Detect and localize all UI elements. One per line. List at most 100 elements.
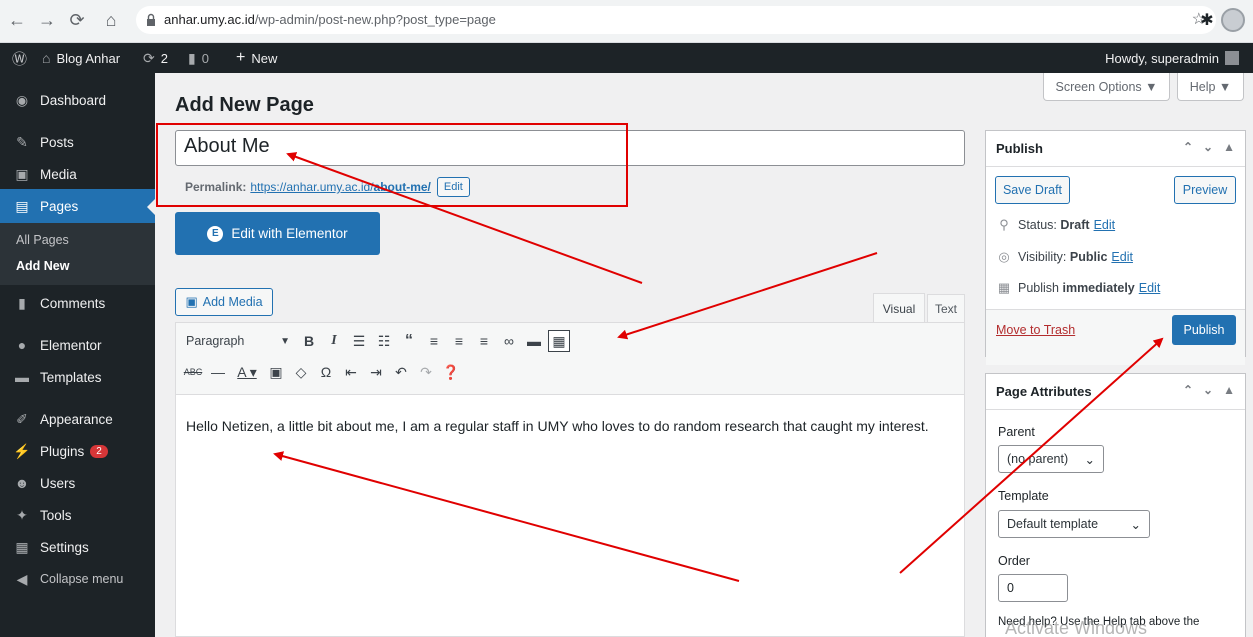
move-to-trash-link[interactable]: Move to Trash [996, 323, 1075, 337]
site-name-link[interactable]: ⌂ Blog Anhar [42, 43, 120, 73]
reload-icon[interactable]: ⟳ [66, 9, 88, 31]
help-icon[interactable]: ❓ [440, 361, 462, 383]
sidebar-item-appearance[interactable]: ✐ Appearance [0, 402, 155, 436]
bullet-list-icon[interactable]: ☰ [348, 330, 370, 352]
sidebar-item-label: Collapse menu [40, 572, 124, 586]
sidebar-item-label: Users [40, 475, 76, 491]
url-text: anhar.umy.ac.id/wp-admin/post-new.php?po… [164, 12, 496, 27]
elementor-button-label: Edit with Elementor [231, 226, 348, 241]
horizontal-line-icon[interactable]: — [207, 361, 229, 383]
add-media-button[interactable]: ▣ Add Media [175, 288, 273, 316]
toggle-panel-icon[interactable]: ▲ [1223, 383, 1235, 397]
parent-select[interactable]: (no parent) ⌄ [998, 445, 1104, 473]
italic-icon[interactable]: I [323, 330, 345, 352]
screen-options-button[interactable]: Screen Options ▼ [1043, 73, 1170, 101]
settings-icon: ▦ [15, 538, 29, 555]
sidebar-item-elementor[interactable]: ● Elementor [0, 328, 155, 362]
align-left-icon[interactable]: ≡ [423, 330, 445, 352]
page-attributes-title: Page Attributes [996, 384, 1092, 399]
blockquote-icon[interactable]: “ [398, 330, 420, 352]
address-bar[interactable]: anhar.umy.ac.id/wp-admin/post-new.php?po… [136, 6, 1216, 34]
sidebar-item-posts[interactable]: ✎ Posts [0, 125, 155, 159]
comment-icon: ▮ [188, 49, 196, 66]
special-character-icon[interactable]: Ω [315, 361, 337, 383]
updates-link[interactable]: ⟳ 2 [143, 43, 168, 73]
tab-visual[interactable]: Visual [873, 293, 925, 323]
activate-windows-watermark: Activate Windows [1005, 618, 1148, 637]
publish-button[interactable]: Publish [1172, 315, 1236, 345]
submenu-all-pages[interactable]: All Pages [16, 233, 69, 247]
media-icon: ▣ [15, 165, 29, 182]
bold-icon[interactable]: B [298, 330, 320, 352]
sidebar-item-media[interactable]: ▣ Media [0, 157, 155, 191]
comments-count: 0 [201, 50, 209, 66]
help-button[interactable]: Help ▼ [1177, 73, 1244, 101]
order-input[interactable]: 0 [998, 574, 1068, 602]
chevron-down-icon[interactable]: ⌄ [1203, 383, 1213, 397]
visibility-label: Visibility: [1018, 250, 1067, 264]
schedule-edit-link[interactable]: Edit [1139, 281, 1161, 295]
elementor-icon: ● [17, 337, 27, 353]
chevron-up-icon[interactable]: ⌃ [1183, 140, 1193, 154]
sidebar-item-dashboard[interactable]: ◉ Dashboard [0, 83, 155, 117]
sidebar-collapse-menu[interactable]: ◀ Collapse menu [0, 562, 155, 596]
clear-formatting-icon[interactable]: ◇ [290, 361, 312, 383]
chevron-down-icon: ⌄ [1084, 452, 1095, 467]
indent-icon[interactable]: ⇥ [365, 361, 387, 383]
sidebar-item-plugins[interactable]: ⚡ Plugins 2 [0, 434, 155, 468]
preview-button[interactable]: Preview [1174, 176, 1236, 204]
toolbar-toggle-icon[interactable]: ▦ [548, 330, 570, 352]
sidebar-item-label: Tools [40, 507, 72, 523]
sidebar-item-pages[interactable]: ▤ Pages [0, 189, 155, 223]
strikethrough-icon[interactable]: ABC [182, 361, 204, 383]
lock-icon [147, 13, 155, 26]
read-more-icon[interactable]: ▬ [523, 330, 545, 352]
text-color-icon[interactable]: A ▾ [232, 361, 262, 383]
schedule-value: immediately [1062, 281, 1135, 295]
numbered-list-icon[interactable]: ☷ [373, 330, 395, 352]
new-content-link[interactable]: + New [236, 43, 277, 73]
folder-icon: ▬ [15, 369, 29, 385]
chevron-up-icon[interactable]: ⌃ [1183, 383, 1193, 397]
my-account-link[interactable]: Howdy, superadmin [1105, 43, 1239, 73]
page-title: Add New Page [175, 94, 314, 116]
link-icon[interactable]: ∞ [498, 330, 520, 352]
save-draft-button[interactable]: Save Draft [995, 176, 1070, 204]
status-value: Draft [1060, 218, 1090, 232]
undo-icon[interactable]: ↶ [390, 361, 412, 383]
edit-with-elementor-button[interactable]: E Edit with Elementor [175, 212, 380, 255]
home-icon[interactable]: ⌂ [100, 9, 122, 31]
wp-admin-bar: Ⓦ ⌂ Blog Anhar ⟳ 2 ▮ 0 + New Howdy, superadm… [0, 43, 1253, 73]
chevron-down-icon[interactable]: ⌄ [1203, 140, 1213, 154]
publish-panel-header: Publish ⌃ ⌄ ▲ [986, 131, 1245, 167]
format-select[interactable]: Paragraph ▼ [182, 330, 294, 352]
profile-icon[interactable] [1221, 8, 1245, 32]
wordpress-logo-icon[interactable]: Ⓦ [12, 43, 33, 73]
redo-icon[interactable]: ↷ [415, 361, 437, 383]
puzzle-icon[interactable]: ✱ [1196, 9, 1218, 31]
submenu-add-new[interactable]: Add New [16, 259, 69, 273]
visibility-edit-link[interactable]: Edit [1111, 250, 1133, 264]
editor-body-text[interactable]: Hello Netizen, a little bit about me, I … [186, 415, 956, 437]
status-label: Status: [1018, 218, 1057, 232]
template-select[interactable]: Default template ⌄ [998, 510, 1150, 538]
align-center-icon[interactable]: ≡ [448, 330, 470, 352]
panel-controls: ⌃ ⌄ ▲ [1183, 383, 1235, 397]
toggle-panel-icon[interactable]: ▲ [1223, 140, 1235, 154]
parent-label: Parent [998, 425, 1035, 439]
back-icon[interactable]: ← [6, 9, 28, 31]
sidebar-item-comments[interactable]: ▮ Comments [0, 286, 155, 320]
sidebar-item-settings[interactable]: ▦ Settings [0, 530, 155, 564]
tab-text[interactable]: Text [927, 294, 965, 322]
status-edit-link[interactable]: Edit [1094, 218, 1116, 232]
forward-icon[interactable]: → [36, 9, 58, 31]
sidebar-item-users[interactable]: ☻ Users [0, 466, 155, 500]
align-right-icon[interactable]: ≡ [473, 330, 495, 352]
outdent-icon[interactable]: ⇤ [340, 361, 362, 383]
pages-icon: ▤ [15, 197, 29, 214]
paste-text-icon[interactable]: ▣ [265, 361, 287, 383]
sidebar-item-tools[interactable]: ✦ Tools [0, 498, 155, 532]
content-editor[interactable]: Paragraph ▼ B I ☰ ☷ “ ≡ ≡ ≡ ∞ ▬ ▦ ABC — A… [175, 322, 965, 637]
comments-link[interactable]: ▮ 0 [188, 43, 209, 73]
sidebar-item-templates[interactable]: ▬ Templates [0, 360, 155, 394]
